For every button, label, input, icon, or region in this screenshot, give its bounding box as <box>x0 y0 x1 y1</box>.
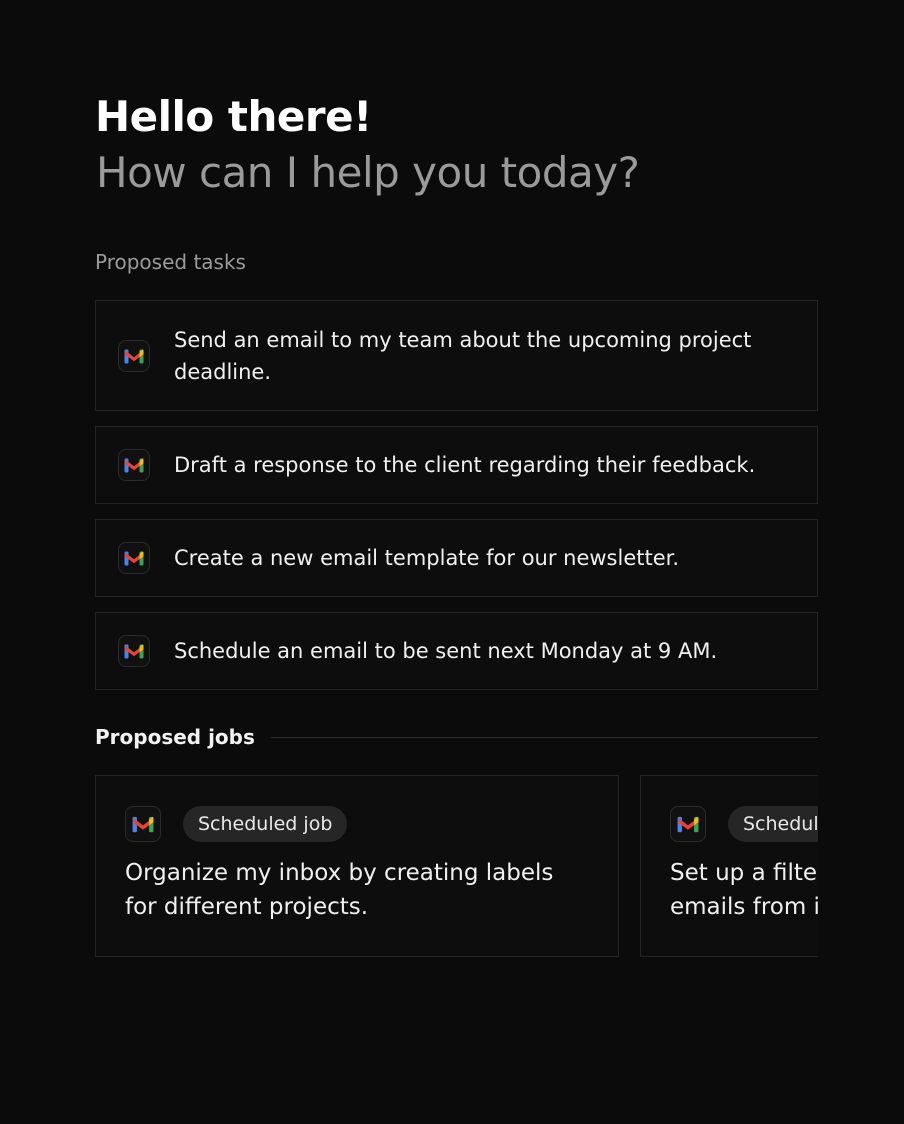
proposed-jobs-header: Proposed jobs <box>95 725 818 749</box>
proposed-jobs-carousel[interactable]: Scheduled job Organize my inbox by creat… <box>95 775 818 960</box>
gmail-icon <box>118 339 150 372</box>
job-text: Set up a filter to automatically label e… <box>670 860 818 920</box>
task-text: Schedule an email to be sent next Monday… <box>174 639 718 663</box>
job-card-header: Scheduled job <box>125 806 588 842</box>
proposed-tasks-list: Send an email to my team about the upcom… <box>95 300 818 690</box>
gmail-icon <box>118 449 150 481</box>
proposed-job-card[interactable]: Scheduled job Organize my inbox by creat… <box>95 775 619 957</box>
job-card-header: Scheduled job <box>670 806 818 842</box>
gmail-icon <box>125 806 161 842</box>
task-text: Create a new email template for our news… <box>174 546 680 570</box>
proposed-task-item[interactable]: Draft a response to the client regarding… <box>95 426 818 504</box>
gmail-icon <box>118 542 150 574</box>
task-text: Draft a response to the client regarding… <box>174 453 756 477</box>
proposed-task-item[interactable]: Create a new email template for our news… <box>95 519 818 597</box>
task-text: Send an email to my team about the upcom… <box>174 327 752 384</box>
proposed-task-item[interactable]: Send an email to my team about the upcom… <box>95 300 818 411</box>
divider <box>270 736 818 738</box>
home-screen: Hello there! How can I help you today? P… <box>0 0 904 1124</box>
greeting-title: Hello there! <box>95 92 372 141</box>
gmail-icon <box>670 806 706 842</box>
proposed-jobs-track: Scheduled job Organize my inbox by creat… <box>95 775 818 957</box>
greeting-subtitle: How can I help you today? <box>96 148 640 197</box>
proposed-tasks-label: Proposed tasks <box>95 250 246 274</box>
proposed-job-card[interactable]: Scheduled job Set up a filter to automat… <box>640 775 818 957</box>
scheduled-job-badge: Scheduled job <box>728 806 818 842</box>
scheduled-job-badge: Scheduled job <box>183 806 348 842</box>
proposed-task-item[interactable]: Schedule an email to be sent next Monday… <box>95 612 818 690</box>
job-text: Organize my inbox by creating labels for… <box>125 860 554 920</box>
proposed-jobs-label: Proposed jobs <box>95 725 255 749</box>
gmail-icon <box>118 635 150 667</box>
